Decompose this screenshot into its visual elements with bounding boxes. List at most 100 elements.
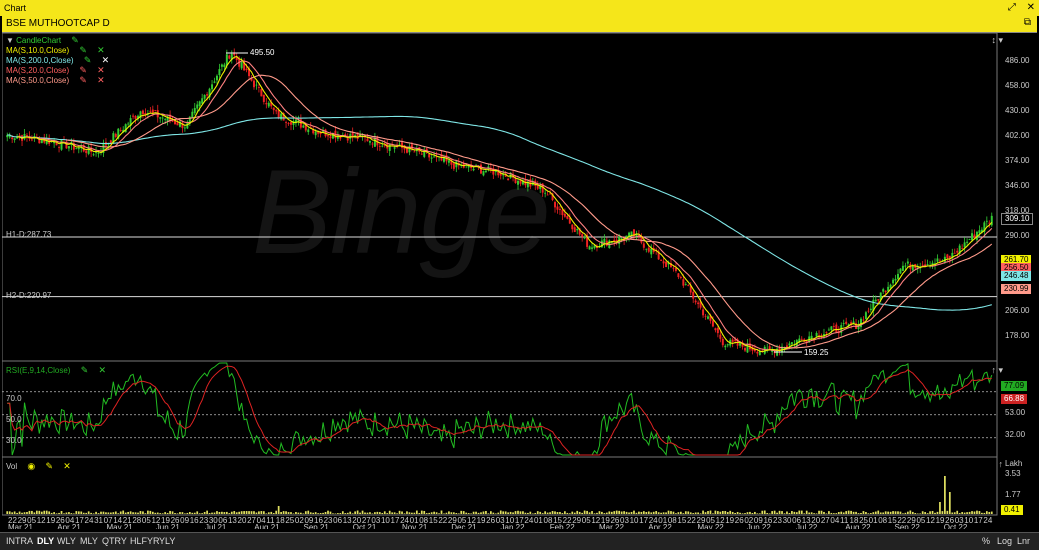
vol-pane-icons[interactable]: ↑ — [999, 459, 1004, 469]
edit-icon[interactable]: ✎ — [45, 461, 53, 471]
volume-bar — [97, 513, 100, 514]
y-tick: 206.00 — [1005, 306, 1030, 315]
price-pane-icons[interactable]: ↕ ▾ — [991, 35, 1003, 46]
x-tick-month: Aug 21 — [254, 523, 280, 529]
rsi-level-50: 50.0 — [6, 415, 22, 424]
volume-bar — [327, 510, 329, 514]
candle-body — [573, 227, 576, 233]
legend-vol[interactable]: Vol ◉ ✎ ✕ — [6, 461, 71, 472]
vol-y-tick: 1.77 — [1005, 490, 1021, 499]
volume-bar — [869, 513, 872, 514]
candle-body — [971, 233, 974, 241]
volume-bar — [11, 512, 14, 514]
close-icon[interactable]: ✕ — [102, 55, 110, 65]
timeframe-intra[interactable]: INTRA — [6, 536, 33, 546]
volume-bar — [845, 511, 848, 514]
volume-bar — [354, 511, 357, 514]
chart-area[interactable]: Binge 22 29 05 12 19 26 04 17 24 31 07 14 21 28 05 12 19… — [2, 33, 1037, 529]
candle-body — [961, 247, 964, 249]
y-tick: 346.00 — [1005, 181, 1030, 190]
volume-bar — [50, 512, 53, 514]
volume-bar — [322, 512, 324, 514]
volume-bar — [509, 511, 512, 514]
close-icon[interactable]: ✕ — [97, 75, 105, 85]
chart-svg[interactable]: 22 29 05 12 19 26 04 17 24 31 07 14 21 28 05 12 19 26 09 16… — [2, 33, 1037, 529]
candle-body — [428, 153, 431, 158]
volume-bar — [282, 511, 285, 514]
candle-body — [721, 338, 724, 346]
close-icon[interactable]: ✕ — [98, 365, 106, 375]
volume-bar — [973, 511, 976, 514]
timeframe-dly[interactable]: DLY — [37, 536, 54, 546]
timeframe-wly[interactable]: WLY — [57, 536, 76, 546]
candle-body — [393, 147, 396, 149]
edit-icon[interactable]: ✎ — [71, 35, 79, 45]
edit-icon[interactable]: ✎ — [81, 365, 89, 375]
volume-bar — [847, 510, 850, 514]
candle-body — [413, 151, 416, 153]
volume-bar — [119, 511, 122, 514]
volume-bar — [514, 511, 517, 514]
restore-icon[interactable]: ⧉ — [1024, 17, 1031, 28]
x-tick-day: 19 — [477, 516, 486, 525]
volume-bar — [477, 512, 480, 514]
volume-bar — [605, 512, 608, 514]
legend-ma50[interactable]: MA(S,50.0,Close) ✎ ✕ — [6, 75, 105, 86]
candle-body — [571, 224, 574, 230]
percent-button[interactable]: % — [982, 536, 990, 546]
volume-bar — [45, 510, 48, 514]
edit-icon[interactable]: ✎ — [84, 55, 92, 65]
candle-body — [938, 260, 941, 262]
volume-bar — [265, 513, 268, 514]
candle-body — [405, 148, 408, 153]
x-tick-day: 15 — [429, 516, 438, 525]
volume-bar — [497, 512, 500, 514]
rsi-pane-icons[interactable]: ↑ ▾ — [991, 365, 1003, 376]
close-icon[interactable]: ✕ — [97, 65, 105, 75]
candle-body — [672, 267, 675, 269]
volume-bar — [887, 511, 889, 514]
close-icon[interactable]: ✕ — [97, 45, 105, 55]
eye-icon[interactable]: ◉ — [27, 461, 35, 471]
volume-bar — [519, 511, 522, 514]
x-tick-day: 24 — [85, 516, 94, 525]
close-icon[interactable]: ✕ — [1027, 2, 1035, 13]
timeframe-yly[interactable]: YLY — [159, 536, 175, 546]
volume-bar — [860, 512, 862, 514]
volume-bar — [818, 510, 820, 514]
volume-bar — [966, 512, 968, 514]
volume-bar — [401, 511, 403, 514]
linear-button[interactable]: Lnr — [1017, 536, 1030, 546]
edit-icon[interactable]: ✎ — [79, 75, 87, 85]
close-icon[interactable]: ✕ — [63, 461, 71, 471]
edit-icon[interactable]: ✎ — [79, 65, 87, 75]
hline-label-h1: H1-D:287.73 — [6, 230, 52, 239]
pin-icon[interactable]: ⤢ — [1008, 2, 1016, 13]
volume-bar — [174, 513, 176, 514]
candle-body — [554, 202, 557, 208]
volume-bar — [238, 511, 241, 514]
legend-rsi[interactable]: RSI(E,9,14,Close) ✎ ✕ — [6, 365, 106, 376]
timeframe-qtry[interactable]: QTRY — [102, 536, 127, 546]
volume-bar — [154, 512, 157, 514]
y-tick: 178.00 — [1005, 331, 1030, 340]
candle-body — [97, 152, 100, 154]
price-pane-border — [2, 33, 998, 362]
volume-bar — [591, 511, 593, 514]
volume-bar — [601, 511, 603, 514]
volume-bar — [240, 511, 243, 514]
volume-bar — [894, 511, 897, 514]
volume-bar — [309, 512, 312, 514]
volume-bar — [312, 512, 315, 514]
edit-icon[interactable]: ✎ — [79, 45, 87, 55]
timeframe-hlfyr[interactable]: HLFYR — [130, 536, 160, 546]
volume-bar — [295, 511, 297, 514]
timeframe-mly[interactable]: MLY — [80, 536, 98, 546]
volume-bar — [455, 512, 458, 514]
log-button[interactable]: Log — [997, 536, 1012, 546]
volume-bar — [670, 511, 672, 514]
volume-bar — [139, 511, 142, 514]
candle-body — [40, 139, 43, 144]
volume-bar — [613, 511, 616, 514]
candle-body — [213, 81, 216, 83]
